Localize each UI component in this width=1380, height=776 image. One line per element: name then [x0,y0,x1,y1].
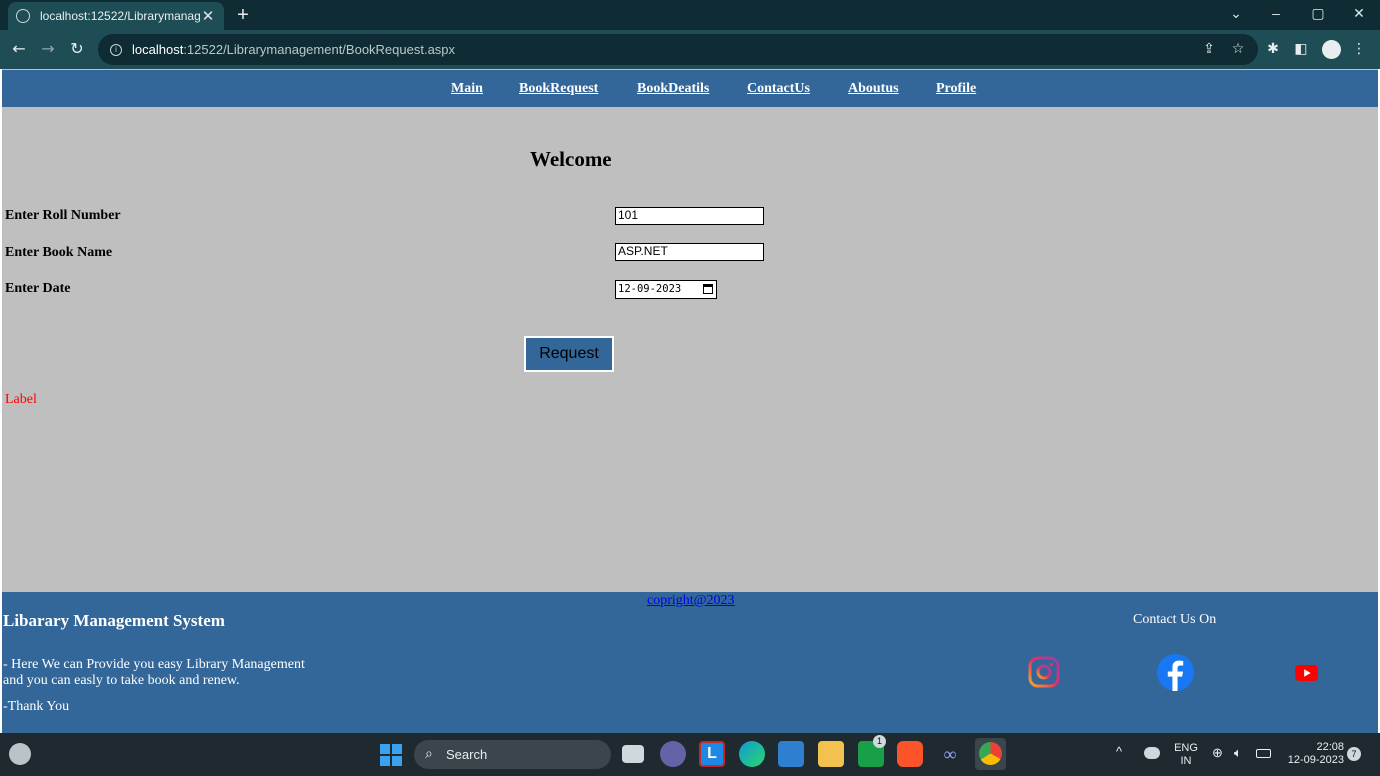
youtube-icon[interactable] [1295,665,1318,681]
top-navigation: Main BookRequest BookDeatils ContactUs A… [2,70,1378,107]
store-icon[interactable] [778,741,804,767]
xbox-icon[interactable]: 1 [858,735,886,767]
url-host: localhost [132,42,184,57]
network-icon[interactable]: ⊕ [1212,746,1223,759]
chat-icon[interactable] [660,741,686,767]
date-value: 12-09-2023 [618,283,682,295]
battery-icon[interactable] [1256,749,1271,758]
notification-badge[interactable]: 7 [1347,747,1361,761]
calendar-icon[interactable] [703,284,713,294]
chrome-taskbar-button[interactable] [975,738,1006,770]
nav-main[interactable]: Main [451,81,483,97]
onedrive-icon[interactable] [1144,747,1160,759]
region-code: IN [1180,755,1192,767]
tab-title: localhost:12522/Librarymanagem [40,9,200,23]
sidepanel-icon[interactable]: ◧ [1292,40,1310,58]
address-bar[interactable]: i localhost:12522/Librarymanagement/Book… [98,34,1258,65]
book-name-input[interactable]: ASP.NET [615,243,764,261]
chrome-icon [979,742,1002,765]
browser-toolbar: ← → ↻ i localhost:12522/Librarymanagemen… [0,30,1380,69]
new-tab-button[interactable]: + [232,4,254,26]
clock-date: 12-09-2023 [1287,754,1344,766]
back-icon[interactable]: ← [9,39,29,59]
search-icon: ⌕ [425,746,433,762]
taskbar-search-label: Search [446,747,488,762]
facebook-icon[interactable] [1157,654,1194,691]
language-indicator[interactable]: ENG IN [1174,742,1198,768]
info-icon[interactable]: i [110,43,122,56]
clock-time: 22:08 [1316,741,1344,753]
page-content: Main BookRequest BookDeatils ContactUs A… [0,69,1380,733]
extensions-icon[interactable]: ✱ [1264,40,1282,58]
app-l-icon[interactable]: L [699,741,725,767]
windows-icon[interactable] [380,744,402,766]
file-explorer-icon[interactable] [818,741,844,767]
clock[interactable]: 22:08 12-09-2023 [1284,741,1344,767]
taskbar-search[interactable]: ⌕ Search [414,740,611,769]
nav-bookrequest[interactable]: BookRequest [519,81,598,97]
page-title: Welcome [530,147,612,171]
nav-bookdetails[interactable]: BookDeatils [637,81,709,97]
footer-desc-line1: - Here We can Provide you easy Library M… [3,657,305,672]
language-code: ENG [1174,742,1198,754]
forward-icon[interactable]: → [38,39,58,59]
chevron-up-icon[interactable]: ^ [1116,745,1122,758]
contact-us-heading: Contact Us On [1133,612,1217,627]
footer-thanks: -Thank You [3,699,70,714]
task-view-icon[interactable] [622,745,644,763]
brave-icon[interactable] [897,741,923,767]
status-message: Label [5,392,37,407]
date-input[interactable]: 12-09-2023 [615,280,717,299]
star-icon[interactable]: ☆ [1229,40,1247,58]
roll-number-input[interactable]: 101 [615,207,764,225]
footer-desc-line2: and you can easly to take book and renew… [3,673,240,688]
close-window-button[interactable]: ✕ [1347,5,1371,22]
reload-icon[interactable]: ↻ [67,39,87,59]
xbox-badge: 1 [873,735,886,748]
profile-icon[interactable] [1322,40,1341,59]
instagram-icon[interactable] [1028,656,1060,688]
date-label: Enter Date [5,281,71,296]
share-icon[interactable]: ⇪ [1200,40,1218,58]
menu-icon[interactable]: ⋮ [1350,40,1368,58]
footer-description: - Here We can Provide you easy Library M… [3,657,333,689]
infinity-icon[interactable]: ∞ [937,741,963,767]
volume-icon[interactable]: 🔈︎ [1234,746,1242,759]
roll-number-label: Enter Roll Number [5,208,121,223]
edge-icon[interactable] [739,741,765,767]
windows-taskbar: ⌕ Search L 1 ∞ ^ ENG IN ⊕ 🔈︎ 22:08 12-09… [0,733,1380,776]
close-tab-icon[interactable]: ✕ [200,7,216,25]
globe-icon [16,9,30,23]
footer: copright@2023 Libarary Management System… [2,592,1378,733]
nav-contactus[interactable]: ContactUs [747,81,810,97]
browser-tab[interactable]: localhost:12522/Librarymanagem ✕ [8,2,224,30]
browser-tab-bar: localhost:12522/Librarymanagem ✕ + ⌄ – ▢… [0,0,1380,30]
restore-button[interactable]: ▢ [1306,5,1330,22]
footer-title: Libarary Management System [3,611,225,630]
tab-search-icon[interactable]: ⌄ [1224,5,1248,22]
copyright-link[interactable]: copright@2023 [647,593,735,609]
url-path: :12522/Librarymanagement/BookRequest.asp… [183,42,456,57]
nav-aboutus[interactable]: Aboutus [848,81,899,97]
request-button[interactable]: Request [524,336,614,372]
book-name-label: Enter Book Name [5,245,113,260]
nav-profile[interactable]: Profile [936,81,976,97]
minimize-button[interactable]: – [1264,5,1288,21]
weather-icon[interactable] [9,743,31,765]
